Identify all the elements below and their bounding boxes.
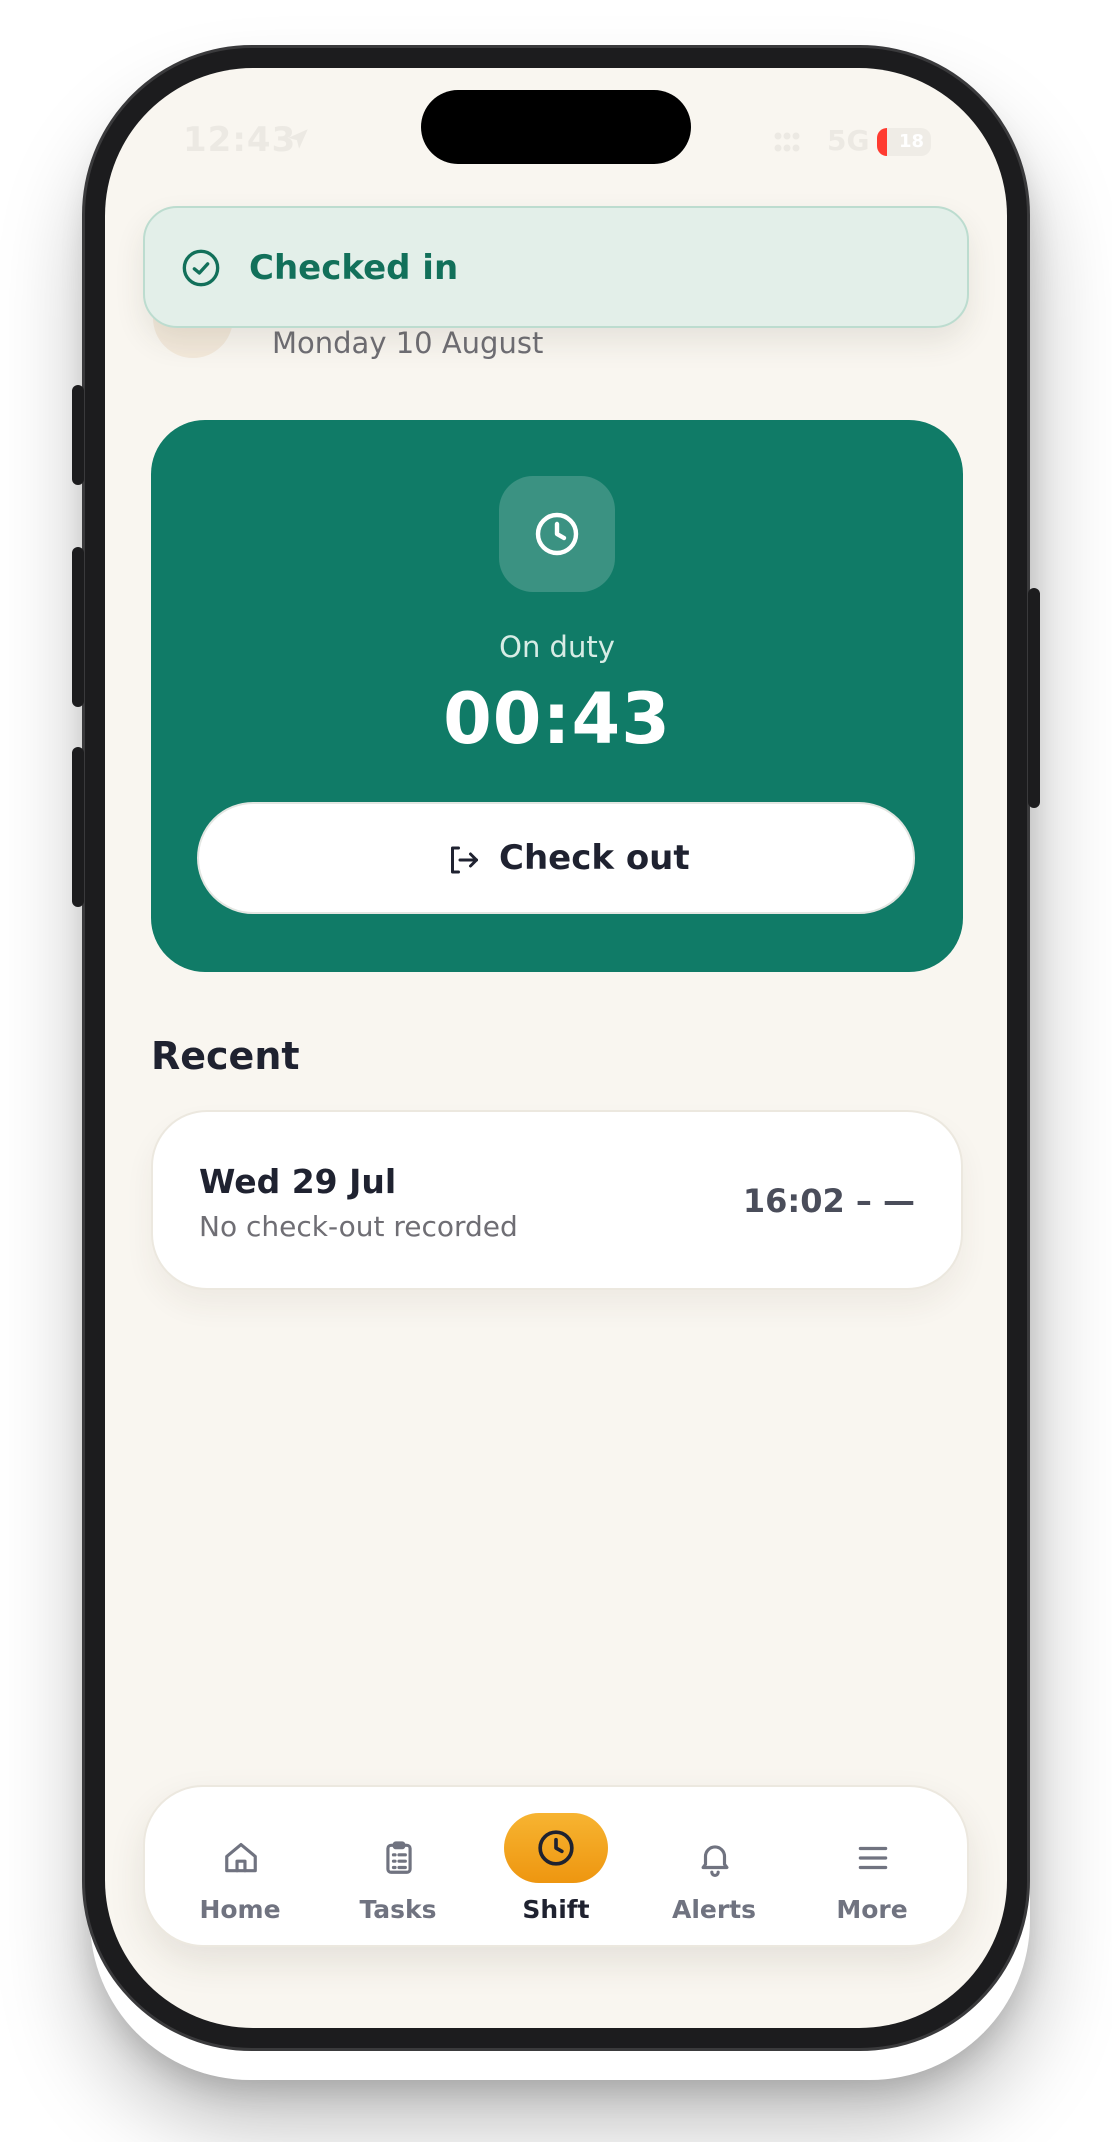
recent-item-note: No check-out recorded	[199, 1210, 518, 1243]
tab-tasks-label: Tasks	[359, 1895, 437, 1924]
battery-fill	[877, 128, 887, 156]
toast-label: Checked in	[249, 248, 459, 288]
bell-icon	[684, 1827, 744, 1887]
tab-home-label: Home	[199, 1895, 281, 1924]
check-out-button[interactable]: Check out	[197, 802, 915, 914]
tab-more[interactable]: More	[793, 1787, 951, 1949]
checked-in-toast[interactable]: Checked in	[143, 206, 969, 328]
tab-shift[interactable]: Shift	[477, 1787, 635, 1949]
status-time: 12:43	[183, 120, 297, 160]
recent-heading: Recent	[151, 1034, 300, 1078]
elapsed-time: 00:43	[443, 678, 671, 760]
clock-icon	[499, 476, 615, 592]
tab-home[interactable]: Home	[161, 1787, 319, 1949]
recent-item-time-range: 16:02 – —	[742, 1182, 915, 1220]
log-out-icon	[451, 846, 478, 874]
stage: 12:43 5G 18 Monday 10 August Checked in …	[0, 0, 1112, 2142]
list-item[interactable]: Wed 29 Jul No check-out recorded 16:02 –…	[151, 1110, 963, 1290]
tab-shift-label: Shift	[522, 1895, 590, 1924]
duty-status-label: On duty	[499, 630, 615, 664]
battery-percent: 18	[899, 131, 925, 152]
menu-icon	[842, 1827, 902, 1887]
location-arrow-icon	[285, 126, 311, 156]
volume-down-button	[72, 747, 84, 907]
screen: 12:43 5G 18 Monday 10 August Checked in …	[105, 68, 1007, 2028]
shift-card: On duty 00:43 Check out	[151, 420, 963, 972]
clipboard-icon	[368, 1827, 428, 1887]
status-bar: 12:43 5G 18	[105, 68, 1007, 218]
volume-up-button	[72, 547, 84, 707]
clock-icon	[504, 1813, 608, 1883]
dynamic-island	[421, 90, 691, 164]
date-subtitle: Monday 10 August	[272, 326, 544, 360]
home-icon	[210, 1827, 270, 1887]
tab-alerts[interactable]: Alerts	[635, 1787, 793, 1949]
power-button	[1028, 588, 1040, 808]
tab-more-label: More	[836, 1895, 908, 1924]
recent-item-date: Wed 29 Jul	[199, 1162, 397, 1201]
action-button	[72, 385, 84, 485]
tab-bar: Home Tasks Shift Alerts More	[143, 1785, 969, 1947]
tab-alerts-label: Alerts	[671, 1895, 757, 1924]
signal-icon	[773, 130, 807, 160]
battery-icon: 18	[877, 128, 931, 156]
network-type: 5G	[827, 124, 870, 157]
check-circle-icon	[181, 248, 221, 292]
check-out-label: Check out	[499, 838, 690, 878]
tab-tasks[interactable]: Tasks	[319, 1787, 477, 1949]
